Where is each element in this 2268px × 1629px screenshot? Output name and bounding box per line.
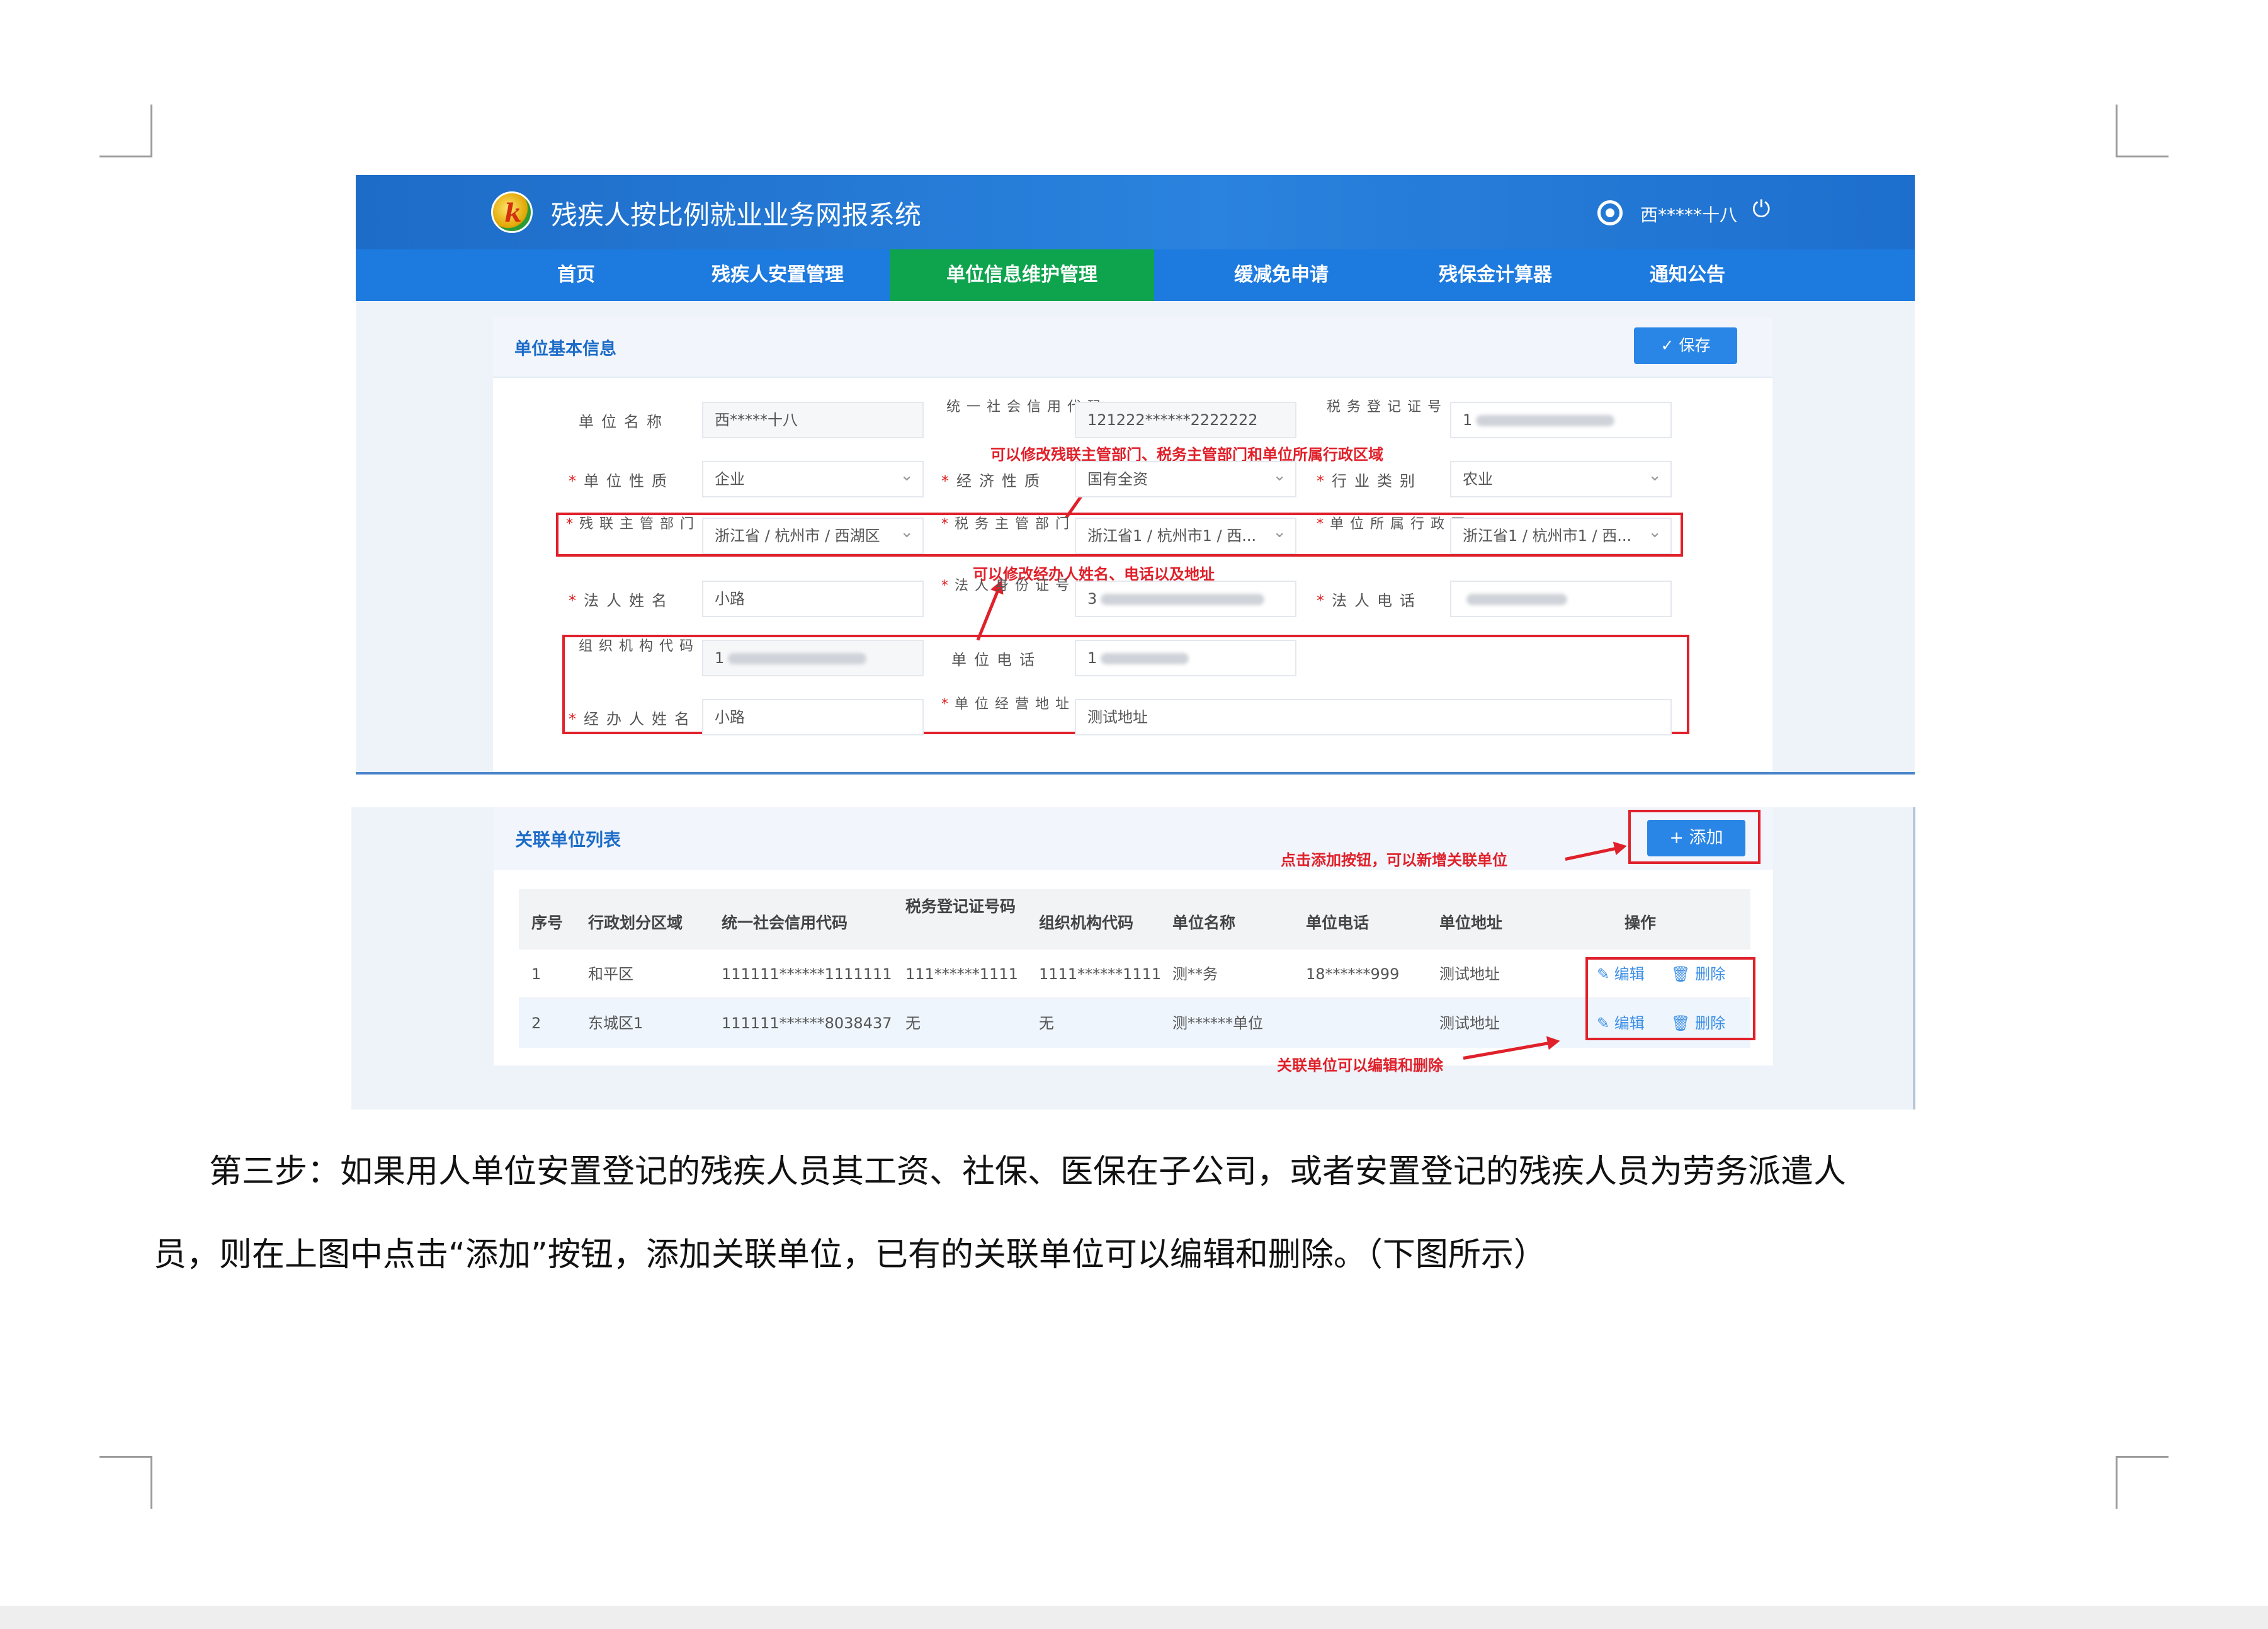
label-handler-name: *经办人姓名 [569,710,697,728]
cell-unit-address: 测试地址 [1439,965,1500,983]
panel-header: 单位基本信息 ✓ 保存 [493,317,1772,378]
screenshot-unit-info: k 残疾人按比例就业业务网报系统 西*****十八 ⏻ 首页 残疾人安置管理 单… [356,175,1915,775]
redaction-blur [728,653,867,664]
annotation-note-add: 点击添加按钮，可以新增关联单位 [1281,851,1507,869]
power-icon[interactable]: ⏻ [1752,196,1770,223]
panel-title: 关联单位列表 [515,829,621,850]
label-unit-name: 单位名称 [579,413,669,431]
main-nav: 首页 残疾人安置管理 单位信息维护管理 缓减免申请 残保金计算器 通知公告 [356,249,1915,301]
col-tax-reg: 税务登记证号码 [905,897,1016,916]
economic-nature-select[interactable]: 国有全资 [1075,461,1296,497]
org-code-field[interactable]: 1 [702,640,924,676]
annotation-note-edit: 关联单位可以编辑和删除 [1277,1057,1443,1074]
crop-mark-top-left [99,105,152,157]
cell-tax-reg: 无 [905,1014,921,1032]
panel-header: 关联单位列表 + 添加 [494,807,1773,870]
crop-mark-bottom-right [2116,1456,2169,1509]
cell-org-code: 1111******1111 [1039,965,1162,983]
body-paragraph-line-2: 员，则在上图中点击“添加”按钮，添加关联单位，已有的关联单位可以编辑和删除。（下… [154,1236,1546,1274]
unit-basic-info-panel: 单位基本信息 ✓ 保存 单位名称 西*****十八 统一社会信用代码 12122… [493,317,1772,772]
app-header: k 残疾人按比例就业业务网报系统 西*****十八 ⏻ [356,175,1915,249]
cell-index: 1 [531,965,541,983]
cell-unit-name: 测**务 [1172,965,1218,983]
label-credit-code: 统一社会信用代码 [946,399,1108,415]
nav-calculator[interactable]: 残保金计算器 [1401,249,1590,301]
cell-index: 2 [531,1014,541,1032]
cell-area: 和平区 [588,965,633,983]
redaction-blur [1476,415,1615,426]
label-tax-dept: *税务主管部门 [941,516,1076,532]
crop-mark-bottom-left [99,1456,152,1509]
nav-notice[interactable]: 通知公告 [1615,249,1760,301]
label-unit-phone: 单位电话 [951,651,1042,669]
credit-code-field[interactable]: 121222******2222222 [1075,402,1296,438]
table-row: 1 和平区 111111******1111111 111******1111 … [519,950,1750,999]
nav-reduction[interactable]: 缓减免申请 [1187,249,1376,301]
crop-mark-top-right [2116,105,2169,157]
label-org-code: 组织机构代码 [579,639,700,654]
document-page: k 残疾人按比例就业业务网报系统 西*****十八 ⏻ 首页 残疾人安置管理 单… [0,0,2268,1606]
save-button[interactable]: ✓ 保存 [1634,327,1737,364]
panel-title: 单位基本信息 [514,339,616,359]
label-dpf-dept: *残联主管部门 [566,516,701,532]
label-economic-nature: *经济性质 [941,472,1047,490]
label-tax-reg: 税务登记证号 [1327,399,1448,415]
legal-id-field[interactable]: 3 [1075,581,1296,617]
label-legal-id: *法人身份证号 [941,578,1076,594]
label-legal-phone: *法人电话 [1317,592,1422,610]
tax-dept-select[interactable]: 浙江省1 / 杭州市1 / 西... [1075,518,1296,554]
business-address-field[interactable]: 测试地址 [1075,699,1672,735]
body-paragraph-line-1: 第三步：如果用人单位安置登记的残疾人员其工资、社保、医保在子公司，或者安置登记的… [209,1153,1847,1191]
app-title: 残疾人按比例就业业务网报系统 [551,200,922,230]
user-icon[interactable] [1597,200,1623,225]
unit-phone-field[interactable]: 1 [1075,640,1296,676]
nav-home[interactable]: 首页 [513,249,639,301]
nav-unit-info[interactable]: 单位信息维护管理 [890,249,1154,301]
col-unit-address: 单位地址 [1439,914,1503,932]
col-org-code: 组织机构代码 [1039,914,1134,932]
highlight-box-actions [1585,957,1755,1040]
table-row: 2 东城区1 111111******8038437 无 无 测******单位… [519,999,1750,1048]
user-name[interactable]: 西*****十八 [1640,201,1737,227]
cell-area: 东城区1 [588,1014,644,1032]
unit-nature-select[interactable]: 企业 [702,461,924,497]
unit-name-field[interactable]: 西*****十八 [702,402,924,438]
cell-unit-phone: 18******999 [1306,965,1400,983]
label-unit-nature: *单位性质 [569,472,674,490]
table-header: 序号 行政划分区域 统一社会信用代码 税务登记证号码 组织机构代码 单位名称 单… [519,889,1750,950]
redaction-blur [1101,653,1189,664]
redaction-blur [1466,594,1567,605]
redaction-blur [1101,594,1265,605]
cell-unit-address: 测试地址 [1439,1014,1500,1032]
col-credit-code: 统一社会信用代码 [722,914,848,932]
cell-unit-name: 测******单位 [1172,1014,1263,1032]
handler-name-field[interactable]: 小路 [702,699,924,735]
cell-org-code: 无 [1039,1014,1054,1032]
label-legal-name: *法人姓名 [569,592,674,610]
label-admin-area: *单位所属行政区 [1317,516,1471,532]
tax-reg-field[interactable]: 1 [1450,402,1672,438]
industry-select[interactable]: 农业 [1450,461,1672,497]
col-index: 序号 [531,914,564,932]
screenshot-related-units: 关联单位列表 + 添加 点击添加按钮，可以新增关联单位 序号 行政划分区域 统一… [351,807,1915,1110]
col-unit-phone: 单位电话 [1306,914,1369,932]
highlight-box-add [1628,810,1761,864]
cell-credit-code: 111111******1111111 [722,965,892,983]
col-unit-name: 单位名称 [1172,914,1236,932]
dpf-dept-select[interactable]: 浙江省 / 杭州市 / 西湖区 [702,518,924,554]
legal-name-field[interactable]: 小路 [702,581,924,617]
legal-phone-field[interactable] [1450,581,1672,617]
nav-placement[interactable]: 残疾人安置管理 [683,249,872,301]
label-business-address: *单位经营地址 [941,696,1076,712]
label-industry: *行业类别 [1317,472,1422,490]
col-actions: 操作 [1624,914,1657,932]
related-units-panel: 关联单位列表 + 添加 点击添加按钮，可以新增关联单位 序号 行政划分区域 统一… [494,807,1773,1074]
cell-tax-reg: 111******1111 [905,965,1018,983]
admin-area-select[interactable]: 浙江省1 / 杭州市1 / 西... [1450,518,1672,554]
logo-icon: k [491,191,533,233]
cell-credit-code: 111111******8038437 [722,1014,892,1032]
col-area: 行政划分区域 [588,914,683,932]
